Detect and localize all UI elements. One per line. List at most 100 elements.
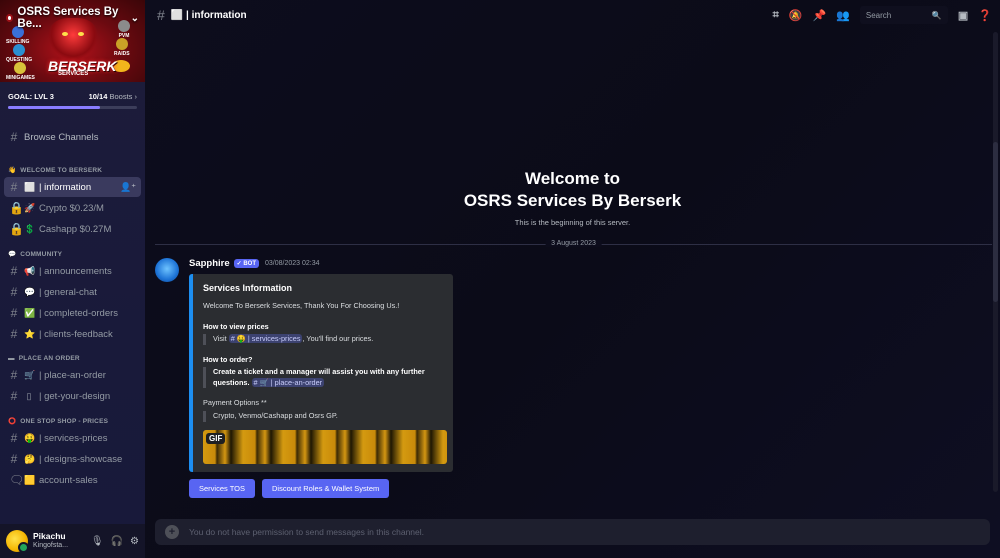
channel-emoji: 🛒 [24,369,36,380]
category-community[interactable]: 💬 COMMUNITY [4,240,141,261]
channel-label: | get-your-design [39,390,111,402]
channel-get-your-design[interactable]: # ▯ | get-your-design [4,386,141,406]
hash-icon: # [157,7,165,23]
category-one-stop-shop[interactable]: ⭕ ONE STOP SHOP - PRICES [4,407,141,428]
channel-announcements[interactable]: # 📢 | announcements [4,261,141,281]
channel-clients-feedback[interactable]: # ⭐ | clients-feedback [4,324,141,344]
server-banner[interactable]: SKILLING PVM QUESTING RAIDS MINIGAMES BE… [0,0,145,82]
channel-label: | designs-showcase [39,453,123,465]
embed-order-quote: Create a ticket and a manager will assis… [203,367,443,389]
questing-badge: QUESTING [6,44,32,63]
gear-icon[interactable]: ⚙ [130,536,139,547]
message: Sapphire ✓ BOT 03/08/2023 02:34 Services… [155,258,990,498]
welcome-section: Welcome to OSRS Services By Berserk This … [145,168,1000,227]
channel-emoji: 🚀 [24,202,36,213]
server-icon [6,14,14,22]
chevron-down-icon: ⌄ [130,12,139,24]
bot-badge: ✓ BOT [233,259,260,268]
boost-progress-bar [8,106,137,109]
channel-header: # ⬜ | information ⌗ 🔕 📌 👥 Search 🔍 ▣ ❓ [145,0,1000,30]
channel-label: | information [39,181,92,193]
bot-avatar[interactable] [155,258,179,282]
date-divider: 3 August 2023 [155,240,992,247]
channel-mention-services-prices[interactable]: # 🤑 | services-prices [228,334,303,344]
hash-icon: # [10,306,18,320]
category-label: PLACE AN ORDER [18,355,80,362]
browse-channels[interactable]: # Browse Channels [4,126,141,148]
threads-icon[interactable]: ⌗ [773,9,779,22]
channel-emoji: 🤔 [24,453,36,464]
gif-tag: GIF [206,432,226,444]
message-header: Sapphire ✓ BOT 03/08/2023 02:34 [189,258,990,269]
help-icon[interactable]: ❓ [978,9,992,22]
channel-emoji: 💲 [24,223,36,234]
welcome-subtitle: This is the beginning of this server. [514,218,631,228]
hash-icon: # [10,431,18,445]
hash-icon: # [10,452,18,466]
username: Pikachu [33,532,66,542]
channel-emoji: ⬜ [24,181,36,192]
channel-emoji: ▯ [26,390,32,401]
category-emoji: 💬 [8,251,17,258]
microphone-icon[interactable]: 🎙 [91,536,104,547]
user-status: Kingofsta... [33,541,69,549]
channel-cashapp[interactable]: 🔒 💲 Cashapp $0.27M [4,219,141,239]
user-panel: Pikachu Kingofsta... 🎙 🎧 ⚙ [0,524,145,558]
search-input[interactable]: Search 🔍 [859,6,948,24]
browse-channels-icon: # [10,130,18,144]
channel-list: # Browse Channels 👋 WELCOME TO BERSERK #… [0,116,145,524]
channel-emoji: 📢 [24,265,36,276]
scrollbar[interactable] [993,32,998,492]
channel-label: | general-chat [39,286,97,298]
hash-icon: # [10,264,18,278]
welcome-title: Welcome to OSRS Services By Berserk [463,169,682,211]
channel-services-prices[interactable]: # 🤑 | services-prices [4,428,141,448]
channel-designs-showcase[interactable]: # 🤔 | designs-showcase [4,449,141,469]
channel-label: Cashapp $0.27M [39,223,112,235]
channel-sidebar: SKILLING PVM QUESTING RAIDS MINIGAMES BE… [0,0,145,558]
boost-goal[interactable]: GOAL: LVL 3 10/14 Boosts › [0,82,145,116]
channel-emoji: 🟨 [24,474,36,485]
server-name[interactable]: OSRS Services By Be... ⌄ [6,6,139,30]
browse-channels-label: Browse Channels [24,131,99,143]
hash-icon: # [10,180,18,194]
channel-label: | completed-orders [39,307,119,319]
lock-icon: 🔒 [9,222,24,236]
hash-icon: # [10,389,18,403]
channel-label: | services-prices [39,432,108,444]
user-info[interactable]: Pikachu Kingofsta... [33,532,86,549]
header-toolbar: ⌗ 🔕 📌 👥 Search 🔍 ▣ ❓ [773,6,992,24]
channel-information[interactable]: # ⬜ | information 👤⁺ [4,177,141,197]
category-emoji: ⭕ [8,418,17,425]
channel-completed-orders[interactable]: # ✅ | completed-orders [4,303,141,323]
services-tos-button[interactable]: Services TOS [189,478,255,498]
pin-icon[interactable]: 📌 [812,9,826,22]
lock-icon: 🔒 [9,201,24,215]
channel-label: Crypto $0.23/M [39,202,104,214]
message-composer: + You do not have permission to send mes… [155,519,990,545]
mute-bell-icon[interactable]: 🔕 [789,9,803,22]
inbox-icon[interactable]: ▣ [958,9,968,22]
message-author[interactable]: Sapphire [189,258,230,269]
add-member-icon[interactable]: 👤⁺ [120,182,136,193]
embed-view-quote: Visit # 🤑 | services-prices, You'll find… [203,334,443,345]
channel-account-sales[interactable]: 🗨 🟨 account-sales [4,470,141,490]
chat-area: # ⬜ | information ⌗ 🔕 📌 👥 Search 🔍 ▣ ❓ W… [145,0,1000,558]
boost-goal-label: GOAL: LVL 3 [8,92,54,101]
channel-general-chat[interactable]: # 💬 | general-chat [4,282,141,302]
hash-icon: # [10,368,18,382]
avatar[interactable] [6,530,29,553]
embed-gif[interactable]: GIF [203,429,447,464]
members-icon[interactable]: 👥 [836,9,850,22]
channel-title: ⬜ | information [170,9,247,21]
category-place-an-order[interactable]: ▬ PLACE AN ORDER [4,345,141,365]
server-name-text: OSRS Services By Be... [17,6,119,30]
channel-mention-place-an-order[interactable]: # 🛒 | place-an-order [251,377,325,387]
channel-crypto[interactable]: 🔒 🚀 Crypto $0.23/M [4,198,141,218]
embed-payment-heading: Payment Options ** [203,398,267,408]
headphones-icon[interactable]: 🎧 [111,536,123,547]
discount-roles-button[interactable]: Discount Roles & Wallet System [262,478,390,498]
channel-place-an-order[interactable]: # 🛒 | place-an-order [4,365,141,385]
category-welcome[interactable]: 👋 WELCOME TO BERSERK [4,156,141,177]
channel-emoji: 💬 [24,286,36,297]
